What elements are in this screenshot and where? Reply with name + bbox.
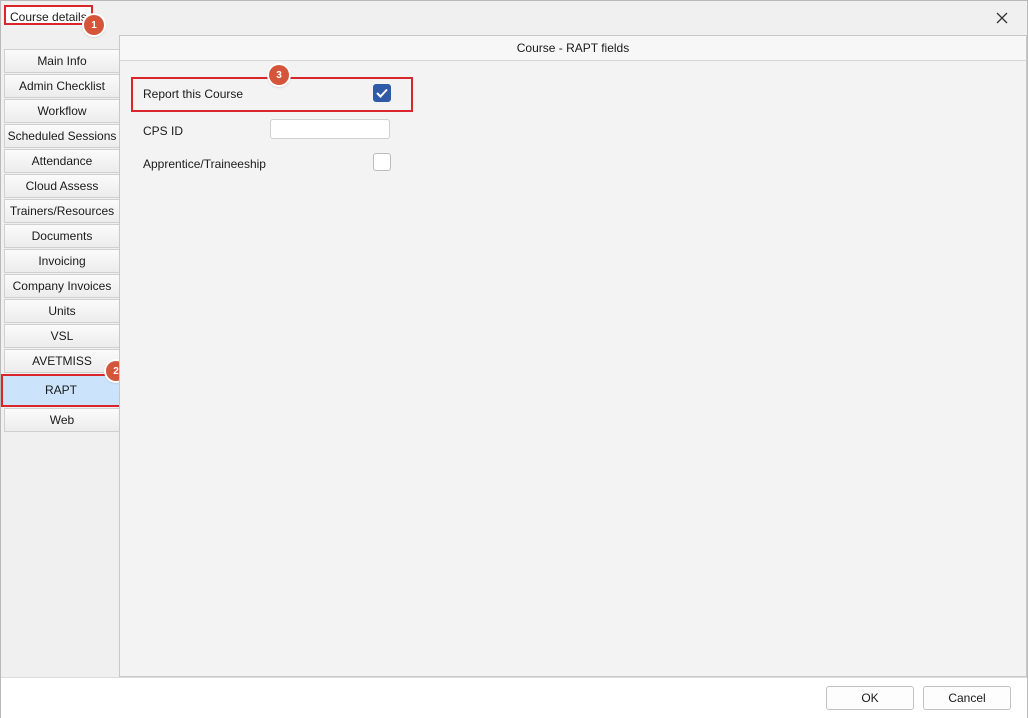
title-bar: Course details 1 [1, 1, 1027, 35]
tab-avetmiss[interactable]: AVETMISS [4, 349, 119, 373]
apprentice-traineeship-checkbox[interactable] [373, 153, 391, 171]
tab-documents[interactable]: Documents [4, 224, 119, 248]
rapt-fields-panel: Course - RAPT fields 3 Report this Cours… [119, 35, 1027, 677]
cps-id-field[interactable] [270, 119, 390, 139]
tab-admin-checklist[interactable]: Admin Checklist [4, 74, 119, 98]
panel-header: Course - RAPT fields [120, 36, 1026, 61]
tab-rapt[interactable]: RAPT [1, 374, 121, 407]
report-course-checkbox[interactable] [373, 84, 391, 102]
close-icon [996, 12, 1008, 24]
course-details-window: Course details 1 Main Info Admin Checklis… [0, 0, 1028, 718]
tab-web[interactable]: Web [4, 408, 119, 432]
sidebar-tabs: Main Info Admin Checklist Workflow Schedule… [1, 49, 121, 433]
cps-id-label: CPS ID [143, 124, 184, 138]
ok-button[interactable]: OK [826, 686, 914, 710]
tab-trainers-resources[interactable]: Trainers/Resources [4, 199, 119, 223]
tab-main-info[interactable]: Main Info [4, 49, 119, 73]
tab-attendance[interactable]: Attendance [4, 149, 119, 173]
tab-vsl[interactable]: VSL [4, 324, 119, 348]
annotation-badge-1: 1 [84, 15, 104, 35]
report-course-label: Report this Course [143, 87, 244, 101]
checkmark-icon [376, 88, 388, 98]
tab-company-invoices[interactable]: Company Invoices [4, 274, 119, 298]
cancel-button[interactable]: Cancel [923, 686, 1011, 710]
dialog-footer: OK Cancel [1, 677, 1027, 718]
tab-units[interactable]: Units [4, 299, 119, 323]
window-title: Course details [4, 5, 93, 25]
apprentice-traineeship-label: Apprentice/Traineeship [143, 157, 266, 171]
close-button[interactable] [991, 7, 1013, 29]
annotation-badge-3: 3 [269, 65, 289, 85]
tab-cloud-assess[interactable]: Cloud Assess [4, 174, 119, 198]
tab-workflow[interactable]: Workflow [4, 99, 119, 123]
tab-scheduled-sessions[interactable]: Scheduled Sessions [4, 124, 119, 148]
tab-invoicing[interactable]: Invoicing [4, 249, 119, 273]
